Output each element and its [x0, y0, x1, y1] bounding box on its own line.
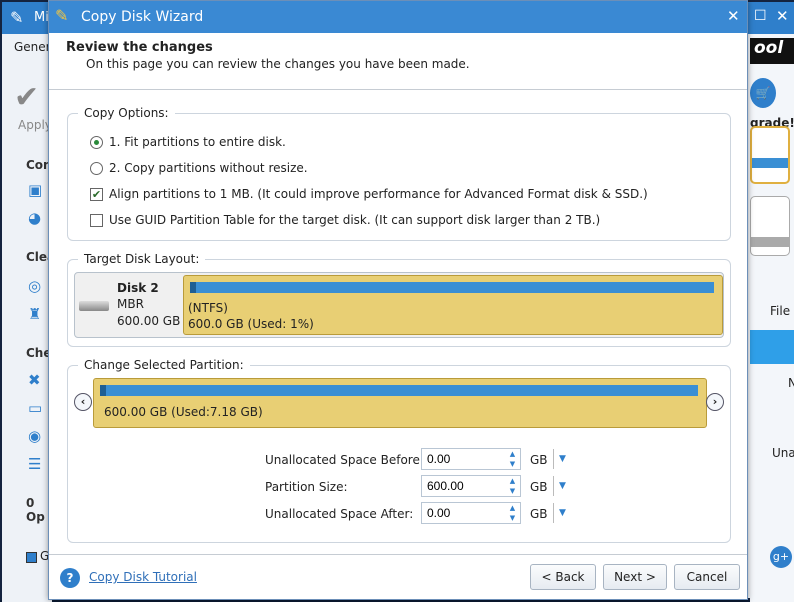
divider	[49, 554, 747, 555]
option-label: 2. Copy partitions without resize.	[109, 161, 308, 175]
usage-bar	[190, 282, 714, 293]
disk-type: MBR	[117, 297, 144, 311]
disk-name: Disk 2	[117, 281, 159, 295]
unallocated-after-input[interactable]	[421, 502, 507, 524]
row-text: N	[788, 376, 794, 390]
radio-unchecked[interactable]	[90, 161, 103, 175]
dialog-close-icon[interactable]: ✕	[727, 7, 740, 25]
partition-fs: (NTFS)	[188, 301, 228, 315]
app-right-panel: ool 🛒 grade! File N Una g+	[750, 34, 794, 602]
cart-icon[interactable]: 🛒	[750, 78, 776, 108]
page-heading: Review the changes	[66, 40, 213, 55]
option-label: Use GUID Partition Table for the target …	[109, 213, 601, 227]
selected-row[interactable]	[750, 330, 794, 364]
unit-dropdown-icon[interactable]: ▼	[553, 476, 566, 496]
spinner[interactable]: ▲ ▼	[505, 448, 521, 470]
help-icon[interactable]: ?	[60, 568, 80, 588]
partition-info: 600.00 GB (Used:7.18 GB)	[104, 405, 263, 419]
unit-dropdown-icon[interactable]: ▼	[553, 503, 566, 523]
fit-partitions-radio[interactable]: 1. Fit partitions to entire disk.	[90, 135, 286, 149]
disk-row[interactable]: Disk 2 MBR 600.00 GB (NTFS) 600.0 GB (Us…	[74, 272, 724, 338]
checkbox-unchecked[interactable]	[90, 213, 103, 227]
selected-partition-block[interactable]: 600.00 GB (Used:7.18 GB)	[93, 378, 707, 428]
cancel-button[interactable]: Cancel	[674, 564, 740, 590]
menu-tab-general[interactable]: Gener	[14, 40, 51, 54]
unallocated-before-input[interactable]	[421, 448, 507, 470]
google-plus-icon[interactable]: g+	[770, 546, 792, 568]
unit-label: GB	[530, 507, 548, 521]
legend-swatch	[26, 552, 37, 563]
benchmark-icon[interactable]: ◉	[28, 428, 44, 444]
target-disk-layout-group: Target Disk Layout: Disk 2 MBR 600.00 GB…	[67, 252, 731, 347]
app-sidebar: Gener ✔ Apply Con ▣ ◕ Clea ◎ ♜ Che ✖ ▭ ◉…	[2, 34, 55, 602]
field-label: Partition Size:	[265, 480, 348, 494]
disk-card[interactable]	[750, 126, 790, 184]
unit-dropdown-icon[interactable]: ▼	[553, 449, 566, 469]
radio-checked[interactable]	[90, 135, 103, 149]
wizard-icon: ✎	[55, 6, 69, 25]
column-header: File	[770, 304, 791, 318]
change-partition-label: Change Selected Partition:	[78, 358, 250, 372]
target-layout-label: Target Disk Layout:	[78, 252, 206, 266]
field-label: Unallocated Space After:	[265, 507, 414, 521]
disk-card[interactable]	[750, 196, 790, 256]
change-partition-group: Change Selected Partition: ‹ 600.00 GB (…	[67, 358, 731, 543]
app-title: Mi	[34, 10, 49, 25]
disk-icon[interactable]: ▣	[28, 182, 44, 198]
disk-size: 600.00 GB	[117, 314, 181, 328]
use-gpt-checkbox[interactable]: Use GUID Partition Table for the target …	[90, 213, 600, 227]
field-label: Unallocated Space Before:	[265, 453, 424, 467]
option-label: 1. Fit partitions to entire disk.	[109, 135, 286, 149]
back-button[interactable]: < Back	[530, 564, 596, 590]
unit-label: GB	[530, 480, 548, 494]
dialog-title: Copy Disk Wizard	[81, 9, 204, 25]
properties-icon[interactable]: ☰	[28, 456, 44, 472]
row-text: Una	[772, 446, 794, 460]
tools-icon[interactable]: ✖	[28, 372, 44, 388]
checkbox-checked[interactable]: ✔	[90, 187, 103, 201]
align-1mb-checkbox[interactable]: ✔ Align partitions to 1 MB. (It could imp…	[90, 187, 648, 201]
target-partition-block[interactable]: (NTFS) 600.0 GB (Used: 1%)	[183, 275, 723, 335]
usage-bar	[100, 385, 698, 396]
option-label: Align partitions to 1 MB. (It could impr…	[109, 187, 648, 201]
maximize-icon[interactable]: ☐	[754, 8, 767, 24]
previous-partition-button[interactable]: ‹	[74, 393, 92, 411]
next-partition-button[interactable]: ›	[706, 393, 724, 411]
next-button[interactable]: Next >	[603, 564, 667, 590]
delete-icon[interactable]: ♜	[28, 306, 44, 322]
apply-check-icon[interactable]: ✔	[14, 80, 39, 115]
copy-options-label: Copy Options:	[78, 106, 175, 120]
app-logo-icon: ✎	[10, 8, 24, 27]
copy-options-group: Copy Options: 1. Fit partitions to entir…	[67, 106, 731, 241]
copy-disk-tutorial-link[interactable]: Copy Disk Tutorial	[89, 570, 197, 584]
divider	[49, 89, 747, 90]
copy-disk-wizard-dialog: ✎ Copy Disk Wizard ✕ Review the changes …	[48, 0, 748, 600]
partition-size-input[interactable]	[421, 475, 507, 497]
partition-info: 600.0 GB (Used: 1%)	[188, 317, 314, 331]
unit-label: GB	[530, 453, 548, 467]
app-close-icon[interactable]: ✕	[776, 7, 789, 25]
dialog-title-bar: ✎ Copy Disk Wizard ✕	[49, 1, 747, 33]
copy-without-resize-radio[interactable]: 2. Copy partitions without resize.	[90, 161, 308, 175]
apply-button[interactable]: Apply	[18, 118, 52, 132]
page-subheading: On this page you can review the changes …	[86, 57, 470, 71]
surface-test-icon[interactable]: ▭	[28, 400, 44, 416]
hard-disk-icon	[79, 301, 109, 311]
brand-logo: ool	[750, 38, 794, 64]
partition-icon[interactable]: ◕	[28, 210, 44, 226]
spinner[interactable]: ▲ ▼	[505, 502, 521, 524]
spinner[interactable]: ▲ ▼	[505, 475, 521, 497]
wipe-icon[interactable]: ◎	[28, 278, 44, 294]
